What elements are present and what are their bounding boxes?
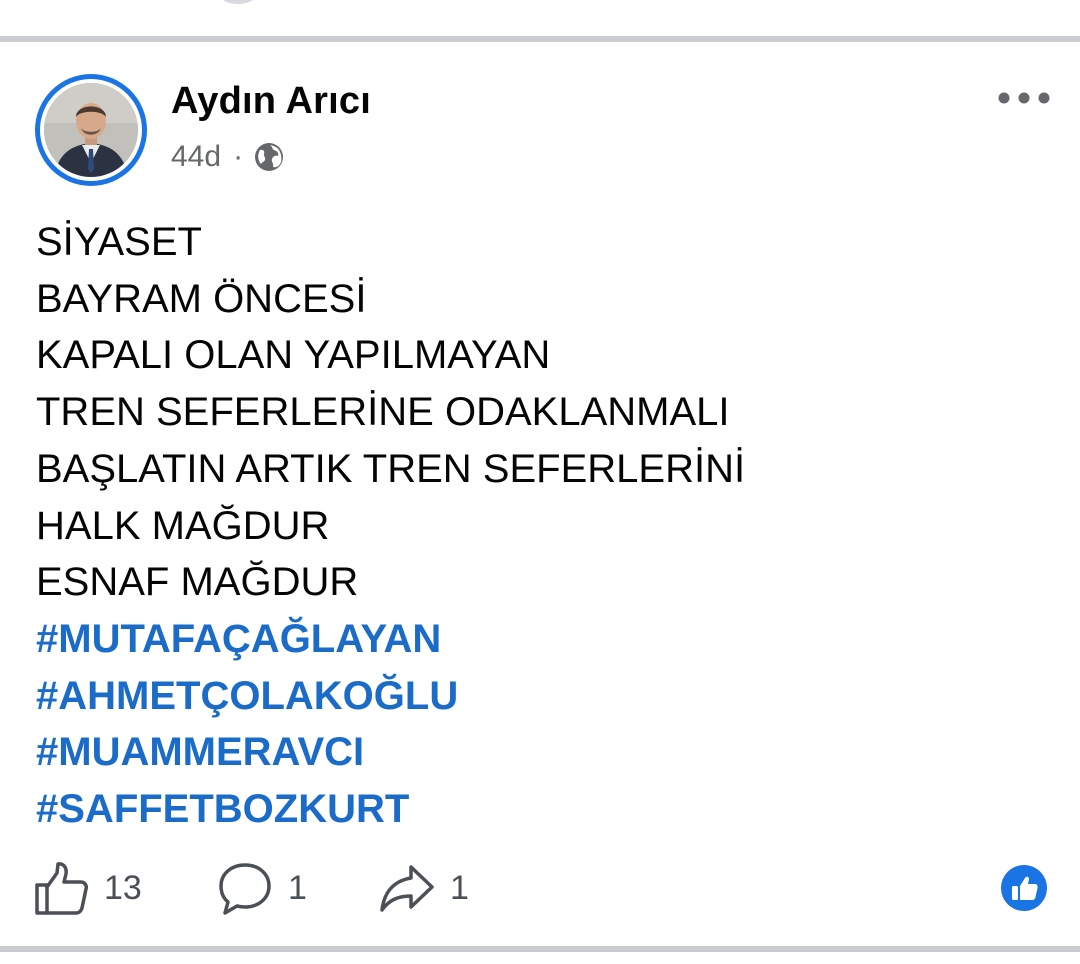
post-actions-bar: 13 1 1 (32, 856, 1052, 920)
like-reaction-icon[interactable] (1000, 864, 1048, 912)
post-meta: 44d · (171, 140, 285, 174)
post-text-line: KAPALI OLAN YAPILMAYAN (36, 333, 551, 378)
post-card: Aydın Arıcı 44d · SİYASET BAYRAM ÖNCESİ … (0, 42, 1080, 946)
hashtag-link[interactable]: #SAFFETBOZKURT (36, 781, 1046, 838)
like-button[interactable]: 13 (32, 856, 142, 920)
post-text-line: BAŞLATIN ARTIK TREN SEFERLERİNİ (36, 446, 746, 491)
author-name[interactable]: Aydın Arıcı (171, 80, 371, 123)
share-button[interactable]: 1 (378, 856, 469, 920)
hashtag-link[interactable]: #MUTAFAÇAĞLAYAN (36, 611, 1046, 668)
post-text-line: BAYRAM ÖNCESİ (36, 276, 367, 321)
comment-bubble-icon (219, 863, 271, 915)
post-body: SİYASET BAYRAM ÖNCESİ KAPALI OLAN YAPILM… (36, 214, 1046, 838)
facebook-post-screen: Aydın Arıcı 44d · SİYASET BAYRAM ÖNCESİ … (0, 0, 1080, 964)
post-text-line: SİYASET (36, 220, 202, 264)
share-count: 1 (450, 868, 469, 907)
meta-separator: · (233, 140, 244, 173)
share-arrow-icon (380, 865, 434, 912)
previous-post-fragment (220, 0, 256, 4)
hashtag-link[interactable]: #AHMETÇOLAKOĞLU (36, 668, 1046, 725)
thumbs-up-icon (35, 862, 88, 915)
post-text-line: ESNAF MAĞDUR (36, 560, 359, 605)
hashtag-link[interactable]: #MUAMMERAVCI (36, 724, 1046, 781)
comment-count: 1 (288, 868, 307, 907)
globe-icon[interactable] (253, 141, 285, 173)
post-text-line: TREN SEFERLERİNE ODAKLANMALI (36, 390, 730, 435)
comment-button[interactable]: 1 (216, 856, 307, 920)
post-divider-bottom (0, 946, 1080, 952)
more-options-icon[interactable] (996, 90, 1052, 106)
post-text-line: HALK MAĞDUR (36, 503, 330, 548)
like-count: 13 (104, 868, 142, 907)
profile-photo-image (44, 83, 138, 177)
avatar-photo (44, 83, 138, 177)
post-timestamp[interactable]: 44d (171, 140, 221, 174)
author-avatar[interactable] (35, 74, 147, 186)
